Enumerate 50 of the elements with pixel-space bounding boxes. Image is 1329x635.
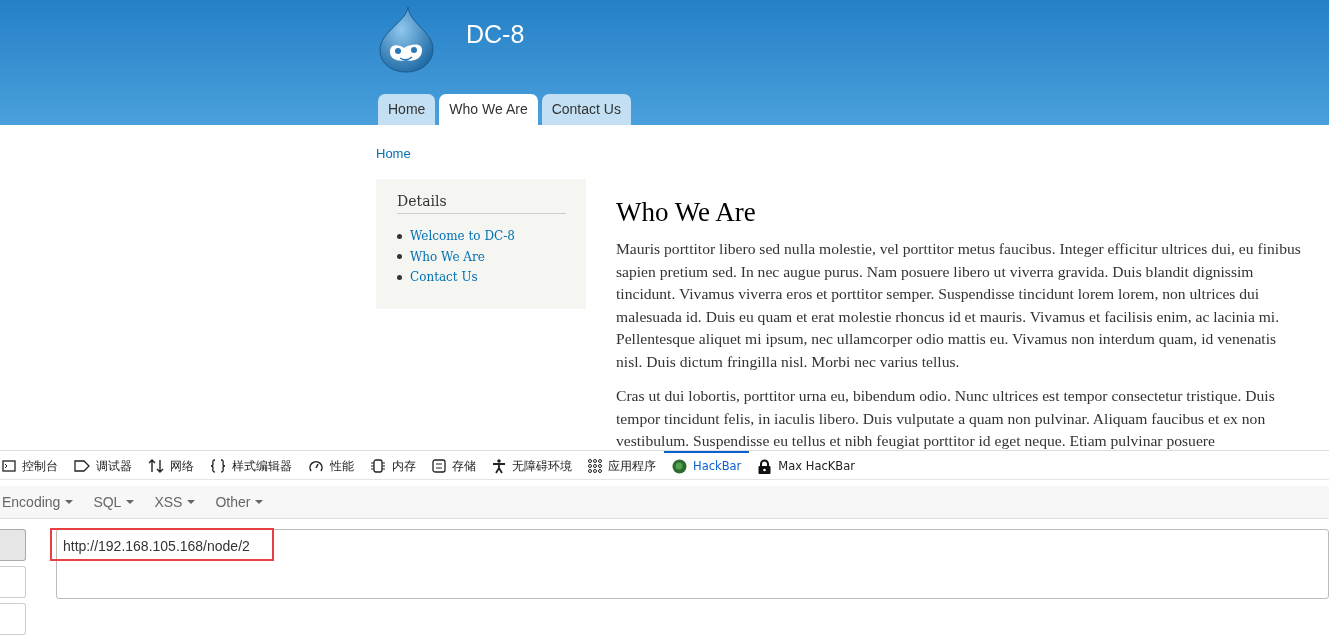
url-field[interactable]: http://192.168.105.168/node/2	[56, 529, 1329, 599]
devtools-tab[interactable]: 性能	[300, 451, 362, 479]
arrows-icon	[148, 459, 164, 473]
site-name[interactable]: DC-8	[466, 20, 525, 49]
dropdown-menu[interactable]: SQL	[93, 492, 135, 512]
dropdown-menu[interactable]: Encoding	[2, 492, 74, 512]
nav-tab[interactable]: Contact Us	[541, 94, 631, 125]
sidebar-link[interactable]: Welcome to DC-8	[410, 229, 515, 244]
side-button[interactable]	[0, 529, 26, 561]
caret-icon	[126, 500, 135, 504]
article-paragraph: Cras ut dui lobortis, porttitor urna eu, bibendum odio. Nunc ultrices est tempor consectetur tristique. Duis tempor tincidunt felis, in iaculis libero. Duis vulputate a quam non pulvinar. Aliquam faucibus et ex non vestibulum. Suspendisse eu tellus et nibh feugiat porttitor id eget neque. Etiam pulvinar posuere	[616, 386, 1276, 450]
braces-icon	[210, 459, 226, 473]
devtools-tab[interactable]: 内存	[362, 451, 424, 479]
tag-icon	[74, 460, 90, 472]
caret-icon	[65, 500, 74, 504]
caret-icon	[187, 500, 196, 504]
caret-icon	[255, 500, 264, 504]
drop-logo-icon	[376, 4, 436, 74]
dropdown-menu[interactable]: Other	[215, 492, 264, 512]
grid-icon	[588, 459, 602, 473]
devtools-tab[interactable]: HackBar	[664, 451, 750, 479]
console-icon	[2, 460, 16, 472]
side-button[interactable]	[0, 566, 26, 598]
chip-icon	[370, 459, 386, 473]
side-button[interactable]	[0, 603, 26, 635]
gauge-icon	[308, 459, 324, 473]
devtools-tab[interactable]: 样式编辑器	[202, 451, 300, 479]
dropdown-menu[interactable]: XSS	[154, 492, 196, 512]
article-paragraph: Mauris porttitor libero sed nulla molestie, vel porttitor metus faucibus. Integer efficitur ultrices dui, eu finibus sapien pretium sed. In nec augue purus. Nam posuere libero ut viverra gravida. Duis blandit dignissim tincidunt. Vivamus viverra eros et porttitor semper. Suspendisse tincidunt lorem lorem, non ultrices dui malesuada id. Duis eu quam et erat molestie rhoncus id et mauris. Vivamus et facilisis enim, ac lacinia mi. Pellentesque aliquet mi ipsum, nec ullamcorper odio mattis eu. Vivamus non interdum quam, id venenatis nisl. Duis dictum fringilla nisl. Morbi nec varius tellus.	[616, 239, 1302, 372]
devtools-tab[interactable]: 调试器	[66, 451, 140, 479]
nav-tab[interactable]: Who We Are	[439, 94, 538, 125]
breadcrumb-link[interactable]: Home	[376, 146, 411, 161]
bullet-icon	[397, 254, 402, 260]
padlock-icon	[757, 458, 773, 474]
devtools-tab[interactable]: 无障碍环境	[484, 451, 580, 479]
devtools-tab[interactable]: 控制台	[0, 451, 66, 479]
storage-icon	[432, 459, 446, 473]
devtools-tab[interactable]: 存储	[424, 451, 484, 479]
bullet-icon	[397, 274, 402, 280]
person-icon	[492, 458, 506, 474]
ball-icon	[672, 458, 687, 474]
devtools-tab[interactable]: 应用程序	[580, 451, 664, 479]
article-title: Who We Are	[616, 197, 757, 228]
sidebar-link[interactable]: Who We Are	[410, 249, 485, 264]
bullet-icon	[397, 233, 402, 239]
sidebar-title: Details	[397, 193, 566, 214]
nav-tab[interactable]: Home	[378, 94, 436, 125]
sidebar-link[interactable]: Contact Us	[410, 270, 478, 285]
devtools-tab[interactable]: Max HacKBar	[749, 451, 863, 479]
devtools-tab[interactable]: 网络	[140, 451, 202, 479]
